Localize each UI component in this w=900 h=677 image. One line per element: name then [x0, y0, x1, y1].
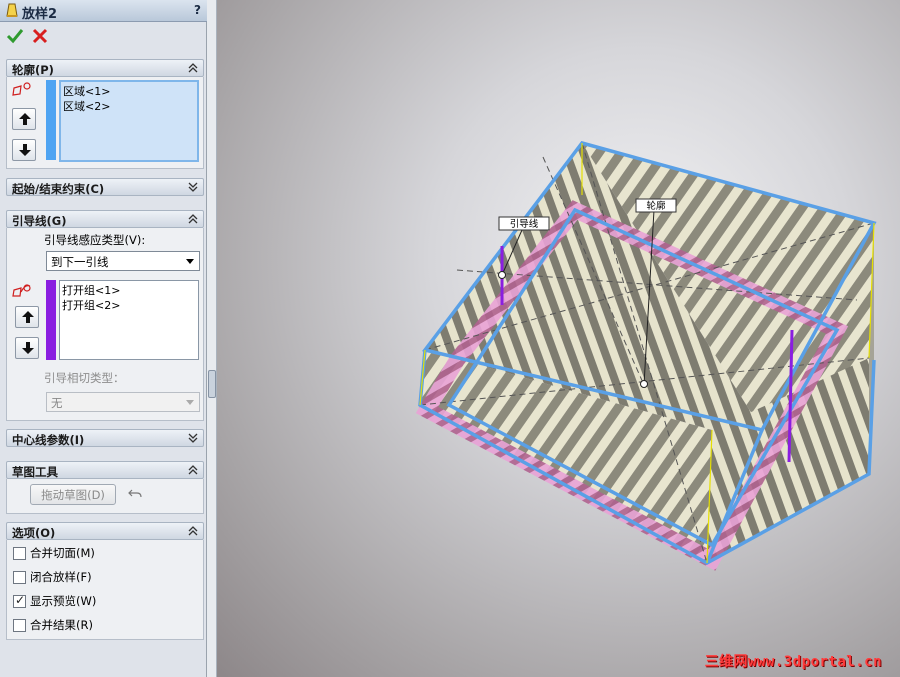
- start-end-header-label: 起始/结束约束(C): [12, 182, 105, 196]
- checkbox-box[interactable]: [13, 546, 26, 560]
- collapse-chevron-icon[interactable]: [187, 213, 199, 225]
- expand-chevron-icon[interactable]: [187, 432, 199, 444]
- guide-callout-label: 引导线: [510, 218, 539, 230]
- checkbox-label: 合并切面(M): [30, 546, 95, 560]
- list-item[interactable]: 打开组<2>: [62, 298, 196, 313]
- options-section-header[interactable]: 选项(O): [6, 522, 204, 540]
- guide-curve-icon: [12, 284, 31, 297]
- profiles-listbox[interactable]: 区域<1> 区域<2>: [59, 80, 199, 162]
- guide-influence-label: 引导线感应类型(V):: [44, 233, 146, 247]
- checkbox-box[interactable]: [13, 618, 26, 632]
- profile-callout[interactable]: 轮廓: [635, 198, 677, 213]
- ok-check-icon[interactable]: [6, 27, 24, 45]
- collapse-chevron-icon[interactable]: [187, 525, 199, 537]
- profile-color-bar: [46, 80, 56, 160]
- profiles-header-label: 轮廓(P): [12, 63, 54, 77]
- move-down-button[interactable]: [12, 139, 36, 161]
- guide-color-bar: [46, 280, 56, 360]
- feature-title-bar: 放样2 ?: [0, 0, 207, 22]
- guide-influence-select[interactable]: 到下一引线: [46, 251, 200, 271]
- profiles-section-header[interactable]: 轮廓(P): [6, 59, 204, 77]
- sketch-tools-header-label: 草图工具: [12, 465, 58, 479]
- checkbox-label: 合并结果(R): [30, 618, 93, 632]
- profile-callout-label: 轮廓: [646, 200, 666, 212]
- dropdown-arrow-icon: [186, 400, 194, 405]
- sketch-profile-icon: [12, 82, 31, 96]
- help-button[interactable]: ?: [194, 3, 201, 17]
- list-item[interactable]: 区域<1>: [63, 84, 195, 99]
- panel-splitter[interactable]: [207, 0, 217, 677]
- sketch-tools-section-header[interactable]: 草图工具: [6, 461, 204, 479]
- watermark-text: 三维网www.3dportal.cn: [704, 654, 882, 670]
- graphics-viewport[interactable]: 引导线 轮廓 三维网www.3dportal.cn: [217, 0, 900, 677]
- undo-icon[interactable]: [128, 488, 142, 500]
- list-item[interactable]: 区域<2>: [63, 99, 195, 114]
- show-preview-checkbox[interactable]: 显示预览(W): [13, 593, 96, 609]
- merge-tangent-faces-checkbox[interactable]: 合并切面(M): [13, 545, 95, 561]
- splitter-grip[interactable]: [208, 370, 216, 398]
- options-section-body: 合并切面(M) 闭合放样(F) 显示预览(W) 合并结果(R): [6, 540, 204, 640]
- arrow-down-icon: [22, 342, 34, 354]
- close-loft-checkbox[interactable]: 闭合放样(F): [13, 569, 92, 585]
- profile-handle[interactable]: [640, 380, 648, 388]
- feature-title: 放样2: [22, 7, 58, 22]
- guides-header-label: 引导线(G): [12, 214, 67, 228]
- checkbox-box[interactable]: [13, 593, 26, 608]
- guide-handle[interactable]: [498, 271, 506, 279]
- guide-tangency-value: 无: [51, 396, 63, 410]
- guide-tangency-select: 无: [46, 392, 200, 412]
- arrow-up-icon: [22, 311, 34, 323]
- guide-influence-value: 到下一引线: [51, 255, 109, 269]
- guide-tangency-label: 引导相切类型：: [44, 371, 125, 385]
- merge-result-checkbox[interactable]: 合并结果(R): [13, 617, 93, 633]
- move-up-button[interactable]: [12, 108, 36, 130]
- guides-section-header[interactable]: 引导线(G): [6, 210, 204, 228]
- sketch-tools-section-body: 拖动草图(D): [6, 479, 204, 514]
- profiles-section-body: 区域<1> 区域<2>: [6, 77, 204, 169]
- expand-chevron-icon[interactable]: [187, 181, 199, 193]
- arrow-up-icon: [19, 113, 31, 125]
- move-down-button[interactable]: [15, 337, 39, 359]
- drag-sketch-button[interactable]: 拖动草图(D): [30, 484, 116, 505]
- collapse-chevron-icon[interactable]: [187, 62, 199, 74]
- centerline-header-label: 中心线参数(I): [12, 433, 85, 447]
- guide-callout[interactable]: 引导线: [498, 216, 550, 231]
- loft-feature-icon: [6, 3, 18, 17]
- list-item[interactable]: 打开组<1>: [62, 283, 196, 298]
- move-up-button[interactable]: [15, 306, 39, 328]
- property-manager: 放样2 ? 轮廓(P) 区域<1> 区域<2> 起始/结束约束(C) 引导线(G…: [0, 0, 207, 677]
- checkbox-label: 显示预览(W): [30, 594, 97, 608]
- guides-section-body: 引导线感应类型(V): 到下一引线 打开组<1> 打开组<2> 引导相切类型： …: [6, 228, 204, 421]
- collapse-chevron-icon[interactable]: [187, 464, 199, 476]
- start-end-section-header[interactable]: 起始/结束约束(C): [6, 178, 204, 196]
- guides-listbox[interactable]: 打开组<1> 打开组<2>: [59, 280, 199, 360]
- loft-preview-model[interactable]: 引导线 轮廓: [217, 0, 900, 677]
- checkbox-label: 闭合放样(F): [30, 570, 92, 584]
- centerline-section-header[interactable]: 中心线参数(I): [6, 429, 204, 447]
- options-header-label: 选项(O): [12, 526, 56, 540]
- dropdown-arrow-icon: [186, 259, 194, 264]
- arrow-down-icon: [19, 144, 31, 156]
- cancel-x-icon[interactable]: [31, 27, 49, 45]
- checkbox-box[interactable]: [13, 570, 26, 584]
